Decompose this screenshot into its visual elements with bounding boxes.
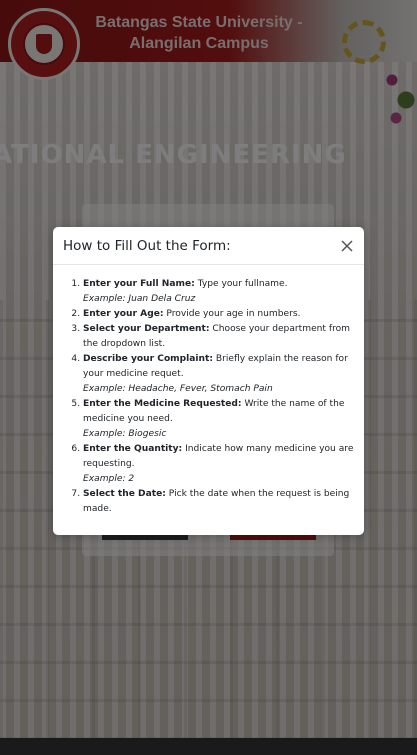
step-example: Example: Headache, Fever, Stomach Pain [83, 384, 273, 394]
step-example: Example: 2 [83, 474, 135, 484]
step-label: Enter your Full Name: [83, 279, 195, 289]
step-label: Select the Date: [83, 489, 166, 499]
modal-header: How to Fill Out the Form: [53, 227, 364, 265]
list-item: Select the Date: Pick the date when the … [83, 487, 354, 517]
step-label: Enter the Medicine Requested: [83, 399, 242, 409]
step-label: Enter your Age: [83, 309, 164, 319]
step-text: Type your fullname. [194, 279, 288, 289]
instructions-modal: How to Fill Out the Form: Enter your Ful… [53, 227, 364, 535]
list-item: Enter your Age: Provide your age in numb… [83, 307, 354, 322]
step-label: Describe your Complaint: [83, 354, 213, 364]
page: ATIONAL ENGINEERING Batangas State Unive… [0, 0, 417, 755]
step-example: Example: Juan Dela Cruz [83, 294, 196, 304]
instructions-list: Enter your Full Name: Type your fullname… [63, 277, 354, 517]
step-text: Provide your age in numbers. [163, 309, 301, 319]
list-item: Describe your Complaint: Briefly explain… [83, 352, 354, 397]
close-button[interactable] [339, 238, 355, 254]
close-icon [341, 240, 353, 252]
modal-body: Enter your Full Name: Type your fullname… [53, 265, 364, 517]
footer-bar [0, 738, 417, 755]
list-item: Enter the Medicine Requested: Write the … [83, 397, 354, 442]
step-label: Select your Department: [83, 324, 210, 334]
step-example: Example: Biogesic [83, 429, 167, 439]
list-item: Enter your Full Name: Type your fullname… [83, 277, 354, 307]
list-item: Enter the Quantity: Indicate how many me… [83, 442, 354, 487]
modal-title: How to Fill Out the Form: [63, 238, 231, 254]
list-item: Select your Department: Choose your depa… [83, 322, 354, 352]
step-label: Enter the Quantity: [83, 444, 183, 454]
